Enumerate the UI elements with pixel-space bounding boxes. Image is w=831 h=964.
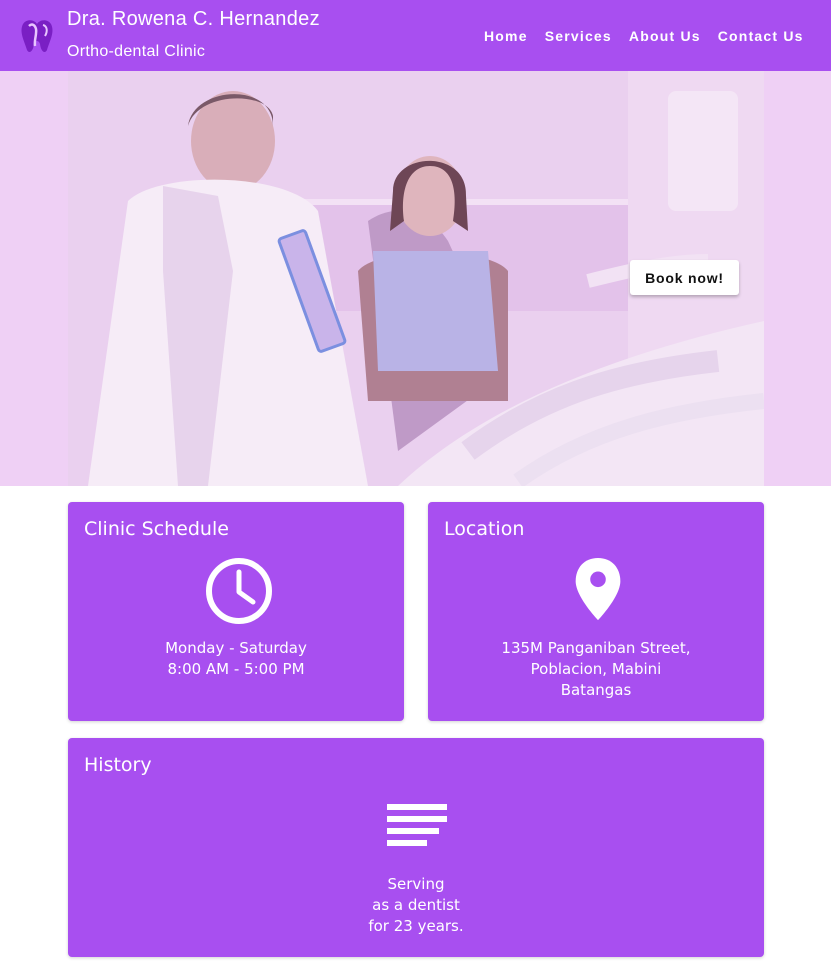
map-pin-icon — [575, 557, 621, 621]
location-street: 135M Panganiban Street, — [501, 639, 691, 657]
nav-about-us[interactable]: About Us — [629, 28, 701, 44]
nav-services[interactable]: Services — [545, 28, 612, 44]
hero-image: Book now! — [68, 71, 764, 486]
schedule-text: Monday - Saturday 8:00 AM - 5:00 PM — [68, 638, 404, 680]
schedule-card: Clinic Schedule Monday - Saturday 8:00 A… — [68, 502, 404, 721]
schedule-title: Clinic Schedule — [84, 518, 229, 540]
text-lines-icon — [387, 804, 447, 846]
book-now-button[interactable]: Book now! — [630, 260, 739, 295]
history-title: History — [84, 754, 152, 776]
history-line-1: Serving — [387, 875, 445, 893]
main-nav: Home Services About Us Contact Us — [484, 28, 821, 44]
history-line-3: for 23 years. — [368, 917, 464, 935]
schedule-hours: 8:00 AM - 5:00 PM — [167, 660, 305, 678]
tooth-icon[interactable] — [17, 16, 57, 56]
location-card: Location 135M Panganiban Street, Poblaci… — [428, 502, 764, 721]
history-line-2: as a dentist — [372, 896, 460, 914]
location-province: Batangas — [560, 681, 632, 699]
brand-title[interactable]: Dra. Rowena C. Hernandez — [67, 8, 320, 31]
history-text: Serving as a dentist for 23 years. — [68, 874, 764, 937]
location-title: Location — [444, 518, 525, 540]
location-town: Poblacion, Mabini — [530, 660, 662, 678]
clock-icon — [206, 558, 272, 624]
history-card: History Serving as a dentist for 23 year… — [68, 738, 764, 957]
brand-subtitle: Ortho-dental Clinic — [67, 43, 206, 60]
nav-home[interactable]: Home — [484, 28, 528, 44]
nav-contact-us[interactable]: Contact Us — [718, 28, 804, 44]
location-text: 135M Panganiban Street, Poblacion, Mabin… — [428, 638, 764, 701]
schedule-days: Monday - Saturday — [165, 639, 307, 657]
site-header: Dra. Rowena C. Hernandez Ortho-dental Cl… — [0, 0, 831, 71]
